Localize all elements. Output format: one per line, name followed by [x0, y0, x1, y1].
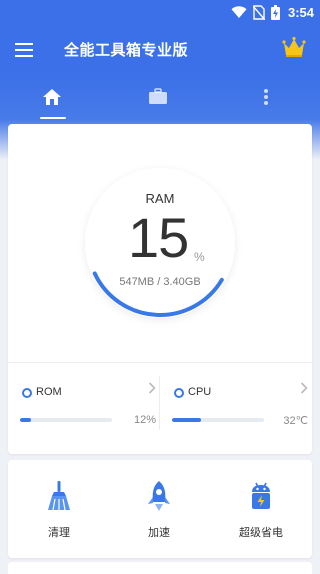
- rocket-icon: [148, 481, 170, 511]
- battery-saver-icon: [252, 482, 270, 509]
- cpu-value: 32℃: [283, 415, 308, 427]
- next-card-peek: [8, 562, 312, 574]
- battery-charging-icon: [270, 4, 280, 20]
- chevron-right-icon: [300, 382, 308, 394]
- app-title: 全能工具箱专业版: [64, 42, 189, 59]
- status-bar: 3:54: [0, 0, 320, 24]
- status-time: 3:54: [287, 4, 314, 20]
- tool-power-saver[interactable]: 超级省电: [216, 460, 306, 558]
- cpu-dot-icon: [174, 388, 184, 398]
- chevron-right-icon: [148, 382, 156, 394]
- rom-dot-icon: [22, 388, 32, 398]
- tool-clean[interactable]: 清理: [14, 460, 104, 558]
- wifi-icon: [231, 5, 247, 18]
- divider: [8, 362, 312, 363]
- hamburger-menu-icon[interactable]: [14, 40, 34, 60]
- broom-icon: [48, 481, 70, 511]
- rom-label: ROM: [36, 386, 62, 398]
- ram-detail: 547MB / 3.40GB: [119, 276, 201, 288]
- no-sim-icon: [252, 4, 265, 20]
- cpu-progress-fill: [172, 418, 202, 422]
- briefcase-icon: [149, 88, 167, 104]
- tool-power-label: 超级省电: [239, 527, 283, 539]
- memory-card: RAM 15 % 547MB / 3.40GB ROM 12% CPU 32℃: [8, 124, 312, 454]
- cpu-label: CPU: [188, 386, 212, 398]
- ram-percent: 15: [128, 206, 189, 269]
- more-vertical-icon: [264, 89, 268, 105]
- tab-more[interactable]: [236, 76, 296, 124]
- rom-progress-bar: [20, 418, 112, 422]
- cpu-stat[interactable]: CPU 32℃: [172, 376, 312, 436]
- tool-boost-label: 加速: [148, 527, 170, 539]
- rom-stat[interactable]: ROM 12%: [20, 376, 160, 436]
- ram-unit: %: [194, 250, 205, 264]
- rom-value: 12%: [133, 414, 156, 426]
- tab-bar: [0, 76, 320, 126]
- cpu-progress-bar: [172, 418, 264, 422]
- tool-boost[interactable]: 加速: [114, 460, 204, 558]
- tool-clean-label: 清理: [48, 527, 70, 539]
- tab-toolbox[interactable]: [128, 76, 188, 124]
- app-bar: 全能工具箱专业版: [0, 24, 320, 76]
- home-icon: [43, 89, 61, 105]
- ram-label: RAM: [145, 191, 175, 206]
- rom-progress-fill: [20, 418, 32, 422]
- crown-icon[interactable]: [282, 36, 306, 58]
- tools-card: 清理 加速 超级省电: [8, 460, 312, 558]
- active-tab-indicator: [40, 117, 66, 119]
